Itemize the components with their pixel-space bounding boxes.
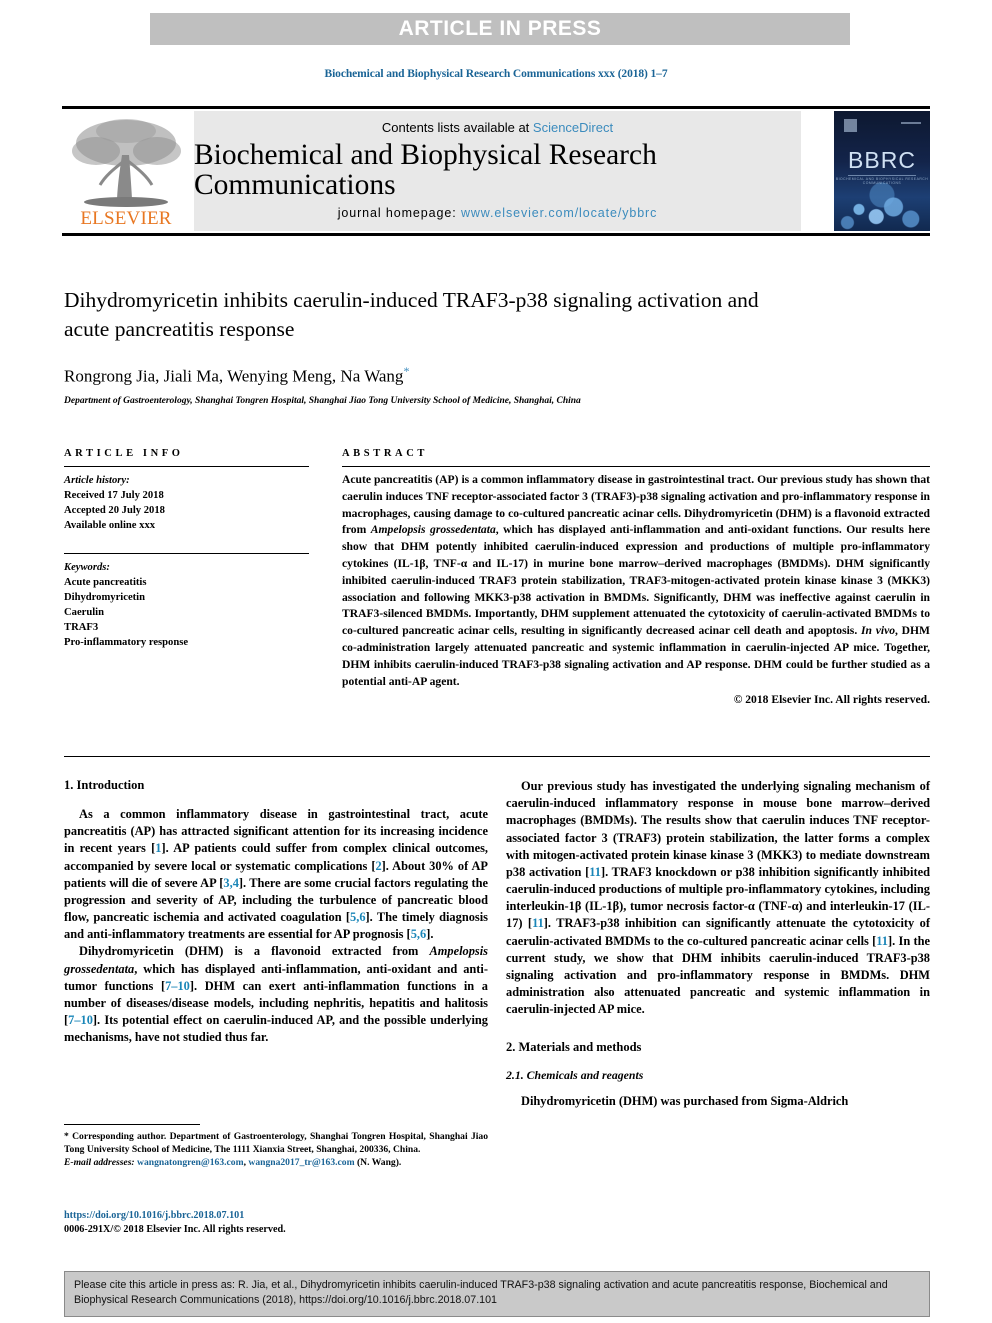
contents-prefix: Contents lists available at <box>381 120 533 135</box>
history-item: Accepted 20 July 2018 <box>64 505 165 517</box>
keyword-item: Pro-inflammatory response <box>64 637 189 649</box>
abstract-species-name: Ampelopsis grossedentata <box>370 523 496 537</box>
abstract-invivo: In vivo <box>860 624 896 638</box>
footnote-block: * Corresponding author. Department of Ga… <box>64 1124 488 1169</box>
masthead-center-band: Contents lists available at ScienceDirec… <box>194 111 801 231</box>
journal-masthead: ELSEVIER Contents lists available at Sci… <box>62 106 930 236</box>
history-item: Available online xxx <box>64 520 156 532</box>
text-run: ]. TRAF3-p38 inhibition can significantl… <box>506 916 930 948</box>
right-paragraph-1: Our previous study has investigated the … <box>506 778 930 1018</box>
cover-title: BBRC <box>848 147 916 173</box>
footnote-rule <box>64 1124 200 1125</box>
citation-ref[interactable]: 5,6 <box>411 927 427 941</box>
keyword-item: Acute pancreatitis <box>64 577 147 589</box>
article-in-press-label: ARTICLE IN PRESS <box>398 17 602 40</box>
keywords-group: Keywords: Acute pancreatitis Dihydromyri… <box>64 560 309 650</box>
doi-link[interactable]: https://doi.org/10.1016/j.bbrc.2018.07.1… <box>64 1209 488 1223</box>
body-column-left: 1. Introduction As a common inflammatory… <box>64 778 488 1046</box>
methods-paragraph-1: Dihydromyricetin (DHM) was purchased fro… <box>521 1094 849 1109</box>
title-block: Dihydromyricetin inhibits caerulin-induc… <box>64 286 764 406</box>
citation-ref[interactable]: 11 <box>589 865 601 879</box>
abstract-copyright: © 2018 Elsevier Inc. All rights reserved… <box>733 693 930 707</box>
author-names: Rongrong Jia, Jiali Ma, Wenying Meng, Na… <box>64 366 404 386</box>
homepage-url-link[interactable]: www.elsevier.com/locate/ybbrc <box>461 206 657 220</box>
author-list: Rongrong Jia, Jiali Ma, Wenying Meng, Na… <box>64 364 764 387</box>
abstract-divider <box>342 466 930 467</box>
abstract-text: Acute pancreatitis (AP) is a common infl… <box>342 472 930 690</box>
citation-ref[interactable]: 7–10 <box>68 1013 93 1027</box>
history-item: Received 17 July 2018 <box>64 490 164 502</box>
abstract-section: ABSTRACT Acute pancreatitis (AP) is a co… <box>342 448 930 706</box>
article-in-press-banner: ARTICLE IN PRESS <box>150 13 850 45</box>
contents-line: Contents lists available at ScienceDirec… <box>382 120 613 135</box>
citation-ref[interactable]: 7–10 <box>165 979 190 993</box>
page-title: Dihydromyricetin inhibits caerulin-induc… <box>64 288 759 341</box>
cover-subtitle: BIOCHEMICAL AND BIOPHYSICAL RESEARCH COM… <box>835 177 929 185</box>
corresponding-author-marker: * <box>403 364 410 379</box>
email-label: E-mail addresses: <box>64 1156 135 1168</box>
affiliation: Department of Gastroenterology, Shanghai… <box>64 395 581 406</box>
email-link-2[interactable]: wangna2017_tr@163.com <box>248 1157 354 1168</box>
cover-corner-rule <box>901 122 921 124</box>
body-top-divider <box>64 756 930 757</box>
elsevier-wordmark: ELSEVIER <box>80 208 172 229</box>
running-head: Biochemical and Biophysical Research Com… <box>324 68 668 80</box>
issn-copyright-line: 0006-291X/© 2018 Elsevier Inc. All right… <box>64 1224 286 1236</box>
cover-publisher-mark-icon <box>844 119 857 132</box>
email-suffix: (N. Wang). <box>354 1156 402 1168</box>
abstract-part: , which has displayed anti-inflammation … <box>342 523 931 638</box>
email-link-1[interactable]: wangnatongren@163.com <box>137 1157 244 1168</box>
citation-box: Please cite this article in press as: R.… <box>64 1271 930 1317</box>
article-info-section: ARTICLE INFO Article history: Received 1… <box>64 448 309 650</box>
article-history-label: Article history: <box>64 475 130 486</box>
email-addresses-note: E-mail addresses: wangnatongren@163.com,… <box>64 1157 488 1170</box>
abstract-heading: ABSTRACT <box>342 448 428 459</box>
elsevier-logo: ELSEVIER <box>62 111 190 231</box>
journal-homepage-line: journal homepage: www.elsevier.com/locat… <box>338 206 658 220</box>
article-history-group: Article history: Received 17 July 2018 A… <box>64 473 309 533</box>
citation-ref[interactable]: 5,6 <box>350 910 366 924</box>
homepage-label: journal homepage: <box>337 206 461 220</box>
section-heading-materials-and-methods: 2. Materials and methods <box>506 1040 642 1055</box>
article-info-divider <box>64 466 309 467</box>
bbrc-cover-image: BBRC BIOCHEMICAL AND BIOPHYSICAL RESEARC… <box>834 111 930 231</box>
citation-ref[interactable]: 11 <box>876 934 888 948</box>
citation-box-text: Please cite this article in press as: R.… <box>74 1279 888 1307</box>
subsection-heading-chemicals-and-reagents: 2.1. Chemicals and reagents <box>506 1068 644 1083</box>
keyword-item: Caerulin <box>64 607 105 619</box>
keyword-item: TRAF3 <box>64 622 99 634</box>
body-column-right: Our previous study has investigated the … <box>506 778 930 1111</box>
keyword-item: Dihydromyricetin <box>64 592 146 604</box>
citation-ref[interactable]: 3,4 <box>223 876 239 890</box>
intro-paragraph-2: Dihydromyricetin (DHM) is a flavonoid ex… <box>64 943 488 1046</box>
keywords-label: Keywords: <box>64 562 110 574</box>
text-run: ]. <box>426 927 434 942</box>
text-run: ]. Its potential effect on caerulin-indu… <box>64 1013 488 1045</box>
sciencedirect-link[interactable]: ScienceDirect <box>533 120 613 135</box>
article-info-heading: ARTICLE INFO <box>64 448 184 459</box>
section-heading-introduction: 1. Introduction <box>64 778 145 792</box>
keywords-divider <box>64 553 309 555</box>
intro-paragraph-1: As a common inflammatory disease in gast… <box>64 806 488 943</box>
citation-ref[interactable]: 11 <box>532 916 544 930</box>
journal-title: Biochemical and Biophysical Research Com… <box>194 139 657 201</box>
corresponding-author-note: * Corresponding author. Department of Ga… <box>64 1131 488 1155</box>
text-run: Dihydromyricetin (DHM) is a flavonoid ex… <box>79 944 430 959</box>
doi-block: https://doi.org/10.1016/j.bbrc.2018.07.1… <box>64 1209 488 1238</box>
cover-rule <box>848 175 916 176</box>
